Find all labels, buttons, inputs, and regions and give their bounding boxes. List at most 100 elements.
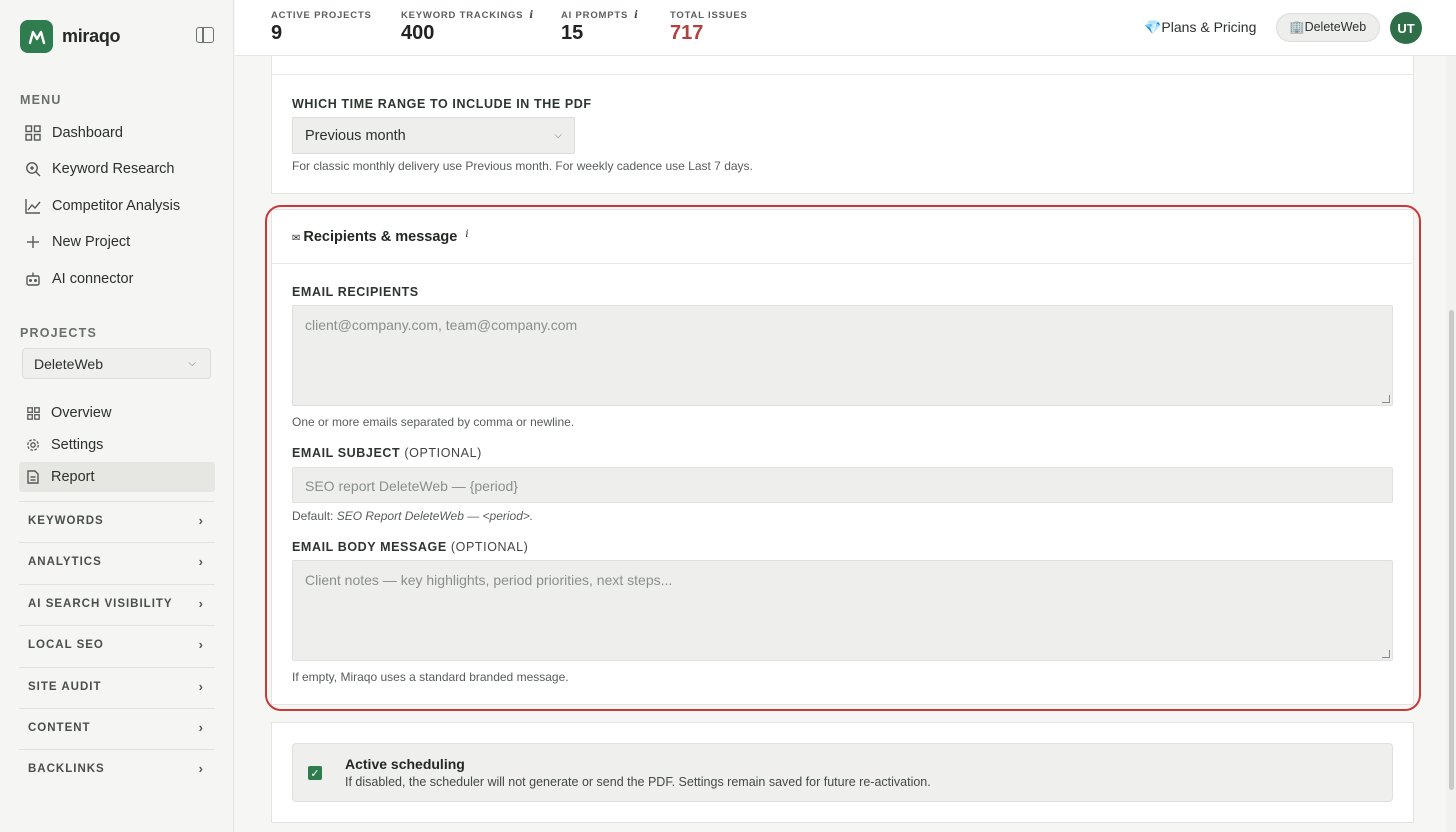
time-range-helper: For classic monthly delivery use Previou… bbox=[292, 159, 753, 173]
group-keywords[interactable]: KEYWORDS › bbox=[19, 501, 215, 539]
stat-value: 9 bbox=[271, 22, 283, 44]
nav-item-label: Competitor Analysis bbox=[52, 198, 181, 214]
stat-keyword-trackings: KEYWORD TRACKINGS i 400 bbox=[401, 10, 534, 45]
scrollbar-thumb[interactable] bbox=[1449, 310, 1454, 790]
group-site-audit[interactable]: SITE AUDIT › bbox=[19, 667, 215, 705]
nav-item-new-project[interactable]: New Project bbox=[20, 227, 216, 257]
email-subject-field[interactable]: SEO report DeleteWeb — {period} bbox=[292, 467, 1393, 503]
avatar[interactable]: UT bbox=[1390, 12, 1422, 44]
group-analytics[interactable]: ANALYTICS › bbox=[19, 542, 215, 580]
email-body-field[interactable]: Client notes — key highlights, period pr… bbox=[292, 560, 1393, 661]
group-local-seo[interactable]: LOCAL SEO › bbox=[19, 625, 215, 663]
plans-pricing-link[interactable]: 💎Plans & Pricing bbox=[1144, 19, 1256, 36]
projects-section-label: PROJECTS bbox=[20, 326, 97, 340]
topbar: ACTIVE PROJECTS 9 KEYWORD TRACKINGS i 400… bbox=[235, 0, 1456, 56]
magnify-icon bbox=[24, 161, 41, 178]
plus-icon bbox=[24, 234, 41, 251]
project-item-label: Overview bbox=[51, 405, 112, 421]
chevron-right-icon: › bbox=[198, 761, 204, 776]
info-icon[interactable]: i bbox=[634, 10, 639, 21]
chevron-down-icon: ⌵ bbox=[188, 358, 196, 369]
checkbox-checked-icon[interactable]: ✓ bbox=[308, 766, 322, 780]
grid-icon bbox=[26, 406, 40, 420]
email-subject-helper-prefix: Default: bbox=[292, 509, 337, 523]
logo-icon bbox=[20, 20, 53, 53]
workspace-switcher[interactable]: 🏢DeleteWeb bbox=[1276, 13, 1380, 42]
resize-handle-icon[interactable] bbox=[1382, 395, 1390, 403]
menu-section-label: MENU bbox=[20, 93, 62, 107]
scheduling-title: Active scheduling bbox=[345, 756, 465, 772]
optional-tag: (OPTIONAL) bbox=[450, 540, 529, 554]
email-body-label: EMAIL BODY MESSAGE (OPTIONAL) bbox=[292, 540, 528, 554]
nav-item-competitor-analysis[interactable]: Competitor Analysis bbox=[20, 191, 216, 221]
email-subject-label: EMAIL SUBJECT (OPTIONAL) bbox=[292, 446, 482, 460]
nav-item-dashboard[interactable]: Dashboard bbox=[20, 118, 216, 148]
project-select[interactable]: DeleteWeb ⌵ bbox=[22, 348, 211, 379]
project-item-label: Settings bbox=[51, 437, 104, 453]
project-item-overview[interactable]: Overview bbox=[19, 398, 215, 428]
email-recipients-label: EMAIL RECIPIENTS bbox=[292, 285, 419, 299]
chevron-right-icon: › bbox=[198, 554, 204, 569]
document-icon bbox=[26, 470, 40, 484]
group-ai-search-visibility[interactable]: AI SEARCH VISIBILITY › bbox=[19, 584, 215, 622]
stat-total-issues: TOTAL ISSUES 717 bbox=[670, 10, 748, 45]
email-body-placeholder: Client notes — key highlights, period pr… bbox=[305, 572, 673, 588]
resize-handle-icon[interactable] bbox=[1382, 650, 1390, 658]
stat-label: ACTIVE PROJECTS bbox=[271, 10, 372, 21]
sidebar: miraqo MENU Dashboard Keyword Research C… bbox=[0, 0, 234, 832]
recipients-title: ✉ Recipients & message i bbox=[292, 229, 469, 245]
chevron-right-icon: › bbox=[198, 637, 204, 652]
email-subject-placeholder: SEO report DeleteWeb — {period} bbox=[305, 478, 518, 494]
chevron-right-icon: › bbox=[198, 720, 204, 735]
info-icon[interactable]: i bbox=[465, 229, 468, 240]
group-content[interactable]: CONTENT › bbox=[19, 708, 215, 746]
robot-icon bbox=[24, 271, 41, 288]
brand-name: miraqo bbox=[62, 26, 121, 46]
info-icon[interactable]: i bbox=[529, 10, 534, 21]
group-backlinks[interactable]: BACKLINKS › bbox=[19, 749, 215, 787]
chevron-down-icon: ⌵ bbox=[554, 130, 562, 141]
brand[interactable]: miraqo bbox=[20, 20, 121, 53]
email-recipients-helper: One or more emails separated by comma or… bbox=[292, 415, 575, 429]
stat-ai-prompts: AI PROMPTS i 15 bbox=[561, 10, 639, 45]
email-recipients-placeholder: client@company.com, team@company.com bbox=[305, 317, 578, 333]
chevron-right-icon: › bbox=[198, 596, 204, 611]
nav-item-ai-connector[interactable]: AI connector bbox=[20, 264, 216, 294]
email-recipients-field[interactable]: client@company.com, team@company.com bbox=[292, 305, 1393, 406]
stat-label-text: KEYWORD TRACKINGS bbox=[401, 10, 524, 21]
stat-value: 400 bbox=[401, 22, 435, 44]
optional-tag: (OPTIONAL) bbox=[404, 446, 482, 460]
email-subject-helper: Default: SEO Report DeleteWeb — <period>… bbox=[292, 509, 533, 523]
envelope-icon: ✉ bbox=[292, 233, 301, 244]
project-item-settings[interactable]: Settings bbox=[19, 430, 215, 460]
grid-icon bbox=[24, 125, 41, 142]
chevron-right-icon: › bbox=[198, 679, 204, 694]
email-subject-helper-default: SEO Report DeleteWeb — <period>. bbox=[336, 509, 534, 523]
nav-item-keyword-research[interactable]: Keyword Research bbox=[20, 154, 216, 184]
stat-label: KEYWORD TRACKINGS i bbox=[401, 10, 534, 21]
sidebar-toggle-icon[interactable] bbox=[196, 27, 214, 43]
group-label: LOCAL SEO bbox=[28, 638, 104, 651]
divider bbox=[272, 74, 1413, 75]
chevron-right-icon: › bbox=[198, 513, 204, 528]
stat-value: 717 bbox=[670, 22, 704, 44]
group-label: KEYWORDS bbox=[28, 514, 104, 527]
nav-item-label: New Project bbox=[52, 234, 131, 250]
stat-label: AI PROMPTS i bbox=[561, 10, 639, 21]
nav-item-label: Dashboard bbox=[52, 125, 123, 141]
divider bbox=[272, 263, 1412, 264]
project-select-value: DeleteWeb bbox=[34, 355, 104, 372]
stat-label-text: AI PROMPTS bbox=[561, 10, 629, 21]
time-range-select[interactable]: Previous month ⌵ bbox=[292, 117, 575, 154]
project-item-label: Report bbox=[51, 469, 95, 485]
recipients-title-text: Recipients & message bbox=[303, 229, 458, 245]
project-item-report[interactable]: Report bbox=[19, 462, 215, 492]
group-label: ANALYTICS bbox=[28, 555, 102, 568]
line-chart-icon bbox=[24, 198, 41, 215]
stat-value: 15 bbox=[561, 22, 584, 44]
time-range-label: WHICH TIME RANGE TO INCLUDE IN THE PDF bbox=[292, 97, 592, 111]
nav-item-label: AI connector bbox=[52, 271, 134, 287]
scheduling-toggle-row[interactable]: ✓ Active scheduling If disabled, the sch… bbox=[292, 743, 1393, 802]
group-label: CONTENT bbox=[28, 721, 91, 734]
group-label: AI SEARCH VISIBILITY bbox=[28, 597, 173, 610]
